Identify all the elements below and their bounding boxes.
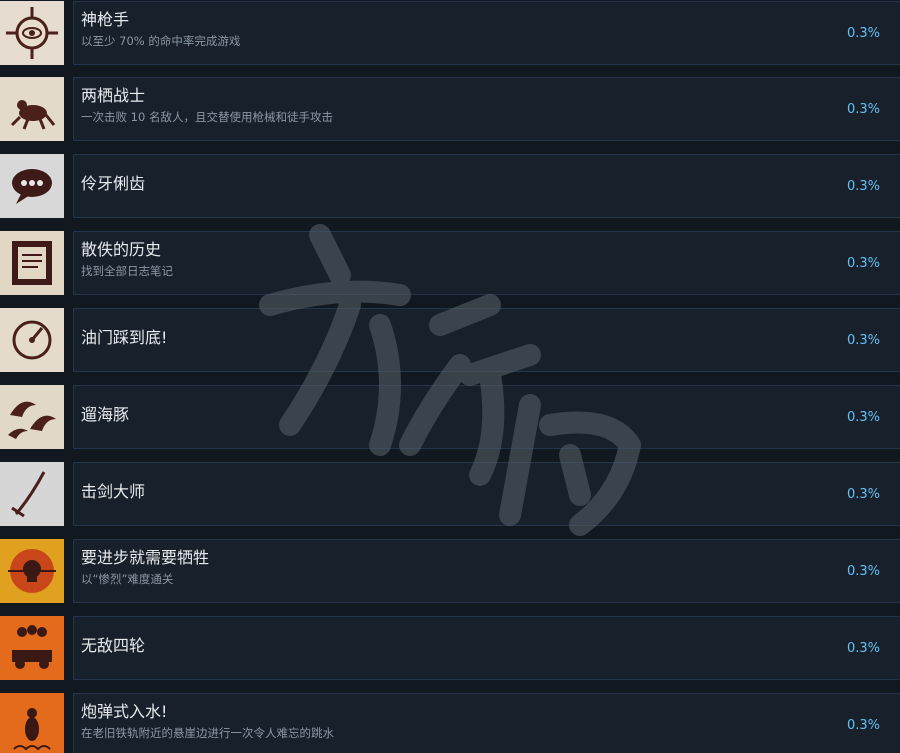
- achievement-panel: 神枪手 以至少 70% 的命中率完成游戏 0.3%: [73, 1, 900, 65]
- achievement-percent: 0.3%: [846, 410, 880, 425]
- achievement-panel: 散佚的历史 找到全部日志笔记 0.3%: [73, 231, 900, 295]
- achievement-title: 散佚的历史: [81, 240, 162, 259]
- sword-icon: [0, 462, 64, 526]
- skull-vehicle-icon: [0, 616, 64, 680]
- achievement-panel: 击剑大师 0.3%: [73, 462, 900, 526]
- achievement-panel: 无敌四轮 0.3%: [73, 616, 900, 680]
- achievement-panel: 遛海豚 0.3%: [73, 385, 900, 449]
- achievement-percent: 0.3%: [846, 256, 880, 271]
- achievement-percent: 0.3%: [846, 102, 880, 117]
- frog-icon: [0, 77, 64, 141]
- achievement-percent: 0.3%: [846, 487, 880, 502]
- achievement-row[interactable]: 两栖战士 一次击败 10 名敌人，且交替使用枪械和徒手攻击 0.3%: [0, 77, 900, 141]
- achievement-panel: 炮弹式入水! 在老旧铁轨附近的悬崖边进行一次令人难忘的跳水 0.3%: [73, 693, 900, 753]
- achievement-row[interactable]: 遛海豚 0.3%: [0, 385, 900, 449]
- achievement-row[interactable]: 要进步就需要牺牲 以“惨烈”难度通关 0.3%: [0, 539, 900, 603]
- achievement-percent: 0.3%: [846, 26, 880, 41]
- skull-emblem-icon: [0, 539, 64, 603]
- document-icon: [0, 231, 64, 295]
- achievement-percent: 0.3%: [846, 641, 880, 656]
- achievement-title: 油门踩到底!: [81, 328, 168, 347]
- achievement-title: 遛海豚: [81, 405, 130, 424]
- achievement-description: 一次击败 10 名敌人，且交替使用枪械和徒手攻击: [81, 110, 333, 124]
- achievement-percent: 0.3%: [846, 718, 880, 733]
- achievement-description: 以至少 70% 的命中率完成游戏: [81, 34, 241, 48]
- achievement-row[interactable]: 炮弹式入水! 在老旧铁轨附近的悬崖边进行一次令人难忘的跳水 0.3%: [0, 693, 900, 753]
- achievement-row[interactable]: 神枪手 以至少 70% 的命中率完成游戏 0.3%: [0, 1, 900, 65]
- achievement-row[interactable]: 散佚的历史 找到全部日志笔记 0.3%: [0, 231, 900, 295]
- crosshair-eye-icon: [0, 1, 64, 65]
- achievement-panel: 伶牙俐齿 0.3%: [73, 154, 900, 218]
- diver-icon: [0, 693, 64, 753]
- achievement-panel: 要进步就需要牺牲 以“惨烈”难度通关 0.3%: [73, 539, 900, 603]
- achievement-percent: 0.3%: [846, 564, 880, 579]
- achievement-title: 伶牙俐齿: [81, 174, 146, 193]
- achievement-panel: 油门踩到底! 0.3%: [73, 308, 900, 372]
- dolphins-icon: [0, 385, 64, 449]
- achievement-description: 找到全部日志笔记: [81, 264, 173, 278]
- achievement-title: 神枪手: [81, 10, 130, 29]
- achievement-title: 要进步就需要牺牲: [81, 548, 210, 567]
- achievement-title: 击剑大师: [81, 482, 146, 501]
- achievement-percent: 0.3%: [846, 179, 880, 194]
- speech-bubble-icon: [0, 154, 64, 218]
- achievement-percent: 0.3%: [846, 333, 880, 348]
- achievement-title: 炮弹式入水!: [81, 702, 168, 721]
- achievement-title: 两栖战士: [81, 86, 146, 105]
- achievement-panel: 两栖战士 一次击败 10 名敌人，且交替使用枪械和徒手攻击 0.3%: [73, 77, 900, 141]
- achievement-row[interactable]: 无敌四轮 0.3%: [0, 616, 900, 680]
- achievement-row[interactable]: 伶牙俐齿 0.3%: [0, 154, 900, 218]
- speedometer-icon: [0, 308, 64, 372]
- achievement-row[interactable]: 油门踩到底! 0.3%: [0, 308, 900, 372]
- achievement-list: 神枪手 以至少 70% 的命中率完成游戏 0.3% 两栖战士 一次击败 10 名…: [0, 0, 900, 753]
- achievement-description: 在老旧铁轨附近的悬崖边进行一次令人难忘的跳水: [81, 726, 334, 740]
- achievement-row[interactable]: 击剑大师 0.3%: [0, 462, 900, 526]
- achievement-description: 以“惨烈”难度通关: [81, 572, 174, 586]
- achievement-title: 无敌四轮: [81, 636, 146, 655]
